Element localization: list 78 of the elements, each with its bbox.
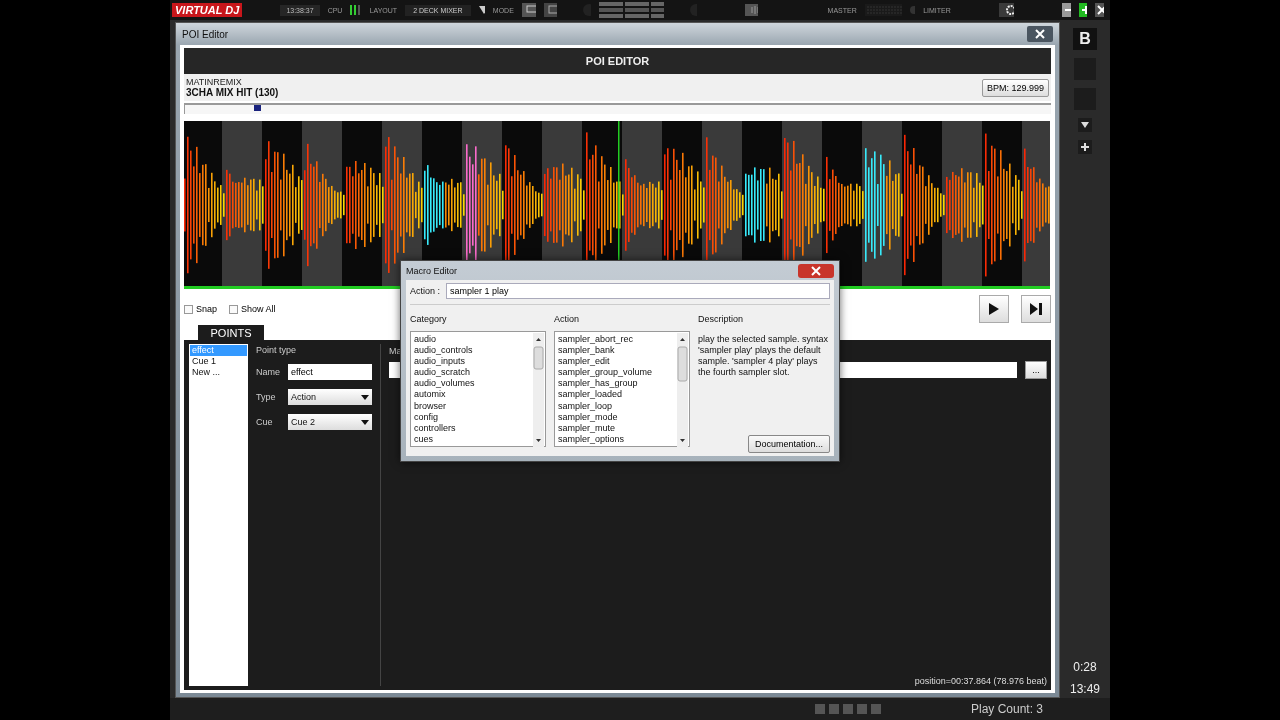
list-item[interactable]: sampler_loaded [558,389,653,401]
caret-icon [361,419,369,425]
play-button[interactable] [979,295,1009,323]
list-item[interactable]: sampler_has_group [558,378,653,390]
column-heading: Action [554,314,580,324]
checkbox[interactable] [229,304,239,314]
checkbox-label: Snap [196,304,218,314]
name-field[interactable]: effect [288,364,372,380]
field-label: Action : [410,286,440,296]
list-item[interactable]: sampler_group_volume [558,367,653,379]
timeline-slider[interactable] [184,103,1051,114]
list-item[interactable]: sampler_mute [558,422,653,434]
limiter-light-icon [910,6,916,14]
field-label: Type [256,392,277,402]
field-label: Cue [256,417,274,427]
window-title: POI Editor [182,28,229,40]
field-label: Name [256,367,281,377]
close-icon[interactable] [1095,3,1104,17]
toolbar-icons-drawing [815,704,881,714]
artist-name: MATINREMIX [186,77,243,87]
tab[interactable]: POINTS [198,325,264,340]
list-item[interactable]: audio_inputs [414,356,475,368]
list-item[interactable]: audio_volumes [414,378,475,390]
play-count: Play Count: 3 [971,702,1044,716]
plus-icon[interactable] [1078,140,1092,154]
action-field[interactable]: sampler 1 play [446,283,830,299]
elapsed-time: 0:28 [1073,660,1097,674]
list-item[interactable]: cues [414,433,475,445]
monitor-icon[interactable] [521,3,536,17]
list-item[interactable]: audio_controls [414,345,475,357]
list-item[interactable]: sampler_bank [558,345,653,357]
monitor-icon[interactable] [543,3,558,17]
list-item[interactable]: Cue 1 [190,356,247,367]
scrollbar[interactable] [677,333,688,447]
column-heading: Category [410,314,448,324]
list-item[interactable]: controllers [414,422,475,434]
fader-bank-drawing [598,2,664,18]
editor-header: POI EDITOR [184,48,1051,74]
checkbox-label: Show All [241,304,276,314]
skip-forward-icon [1030,303,1042,315]
dropdown[interactable]: Action [288,389,372,405]
list-item[interactable]: sampler_mode [558,411,653,423]
remaining-time: 13:49 [1070,682,1100,696]
section-label: Point type [256,345,298,355]
list-item[interactable]: sampler_edit [558,356,653,368]
dropdown[interactable]: Cue 2 [288,414,372,430]
list-item[interactable]: sampler_loop [558,400,653,412]
bpm-display: BPM: 129.999 [981,78,1049,97]
play-icon [989,303,999,315]
cpu-meter-icon [350,5,362,15]
dialog-title: Macro Editor [406,265,458,276]
caret-icon [361,394,369,400]
list-item[interactable]: sampler_options [558,433,653,445]
maximize-icon[interactable] [1078,3,1088,17]
list-item[interactable]: audio [414,334,475,346]
column-heading: Description [698,314,745,324]
app-logo: VIRTUAL DJ [172,3,243,17]
list-item[interactable]: config [414,411,475,423]
skip-button[interactable] [1021,295,1051,323]
list-item[interactable]: sampler_abort_rec [558,334,653,346]
close-icon[interactable] [798,263,834,278]
track-title: 3CHA MIX HIT (130) [186,87,279,98]
settings-icon[interactable] [998,3,1014,17]
description-text: play the selected sample. syntax 'sampler play' plays the default sample. 'sampler 4 play' plays the fourth sampler slot. [698,333,830,378]
scrollbar[interactable] [533,333,544,447]
list-item[interactable]: automix [414,389,475,401]
close-icon[interactable] [1027,26,1053,42]
dropdown-arrow-icon[interactable] [478,6,485,14]
deck-label: B [1073,28,1097,50]
browse-button[interactable]: ... [1025,361,1047,379]
minimize-icon[interactable] [1061,3,1071,17]
documentation-button[interactable]: Documentation... [747,435,830,453]
position-marker[interactable] [254,105,262,111]
list-item[interactable]: audio_scratch [414,367,475,379]
position-readout: position=00:37.864 (78.976 beat) [914,676,1047,686]
list-item[interactable]: New ... [190,367,247,378]
checkbox[interactable] [184,304,193,314]
list-item[interactable]: browser [414,400,475,412]
